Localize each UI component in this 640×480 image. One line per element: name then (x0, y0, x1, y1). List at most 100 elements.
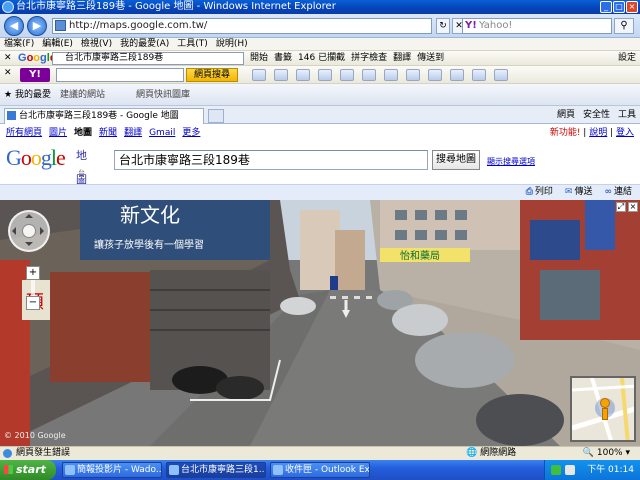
address-row: ◀ ▶ http://maps.google.com.tw/ ↻ ✕ Y! Ya… (0, 14, 640, 38)
zoom-out-button[interactable]: − (26, 296, 40, 310)
nav-gmail[interactable]: Gmail (149, 127, 175, 139)
search-options-link[interactable]: 顯示搜尋選項 (487, 156, 535, 167)
toolbar-popup-blocked[interactable]: 146 已攔截 (298, 51, 345, 65)
new-tab-button[interactable] (208, 109, 224, 123)
web-slice-gallery-link[interactable]: 網頁快訊圖庫 (136, 84, 190, 106)
close-button[interactable]: × (626, 1, 638, 13)
yahoo-close-icon[interactable]: ✕ (4, 68, 12, 78)
toolbar-spellcheck[interactable]: 拼字檢查 (351, 51, 387, 65)
nav-more[interactable]: 更多 (182, 127, 200, 139)
task-outlook[interactable]: 收件匣 - Outlook Exp... (270, 462, 370, 478)
nav-images[interactable]: 圖片 (49, 127, 67, 139)
pan-right-icon[interactable] (40, 227, 48, 235)
pan-up-icon[interactable] (25, 210, 33, 218)
yahoo-tool-icon-9[interactable] (428, 69, 442, 81)
yahoo-tool-icon-2[interactable] (274, 69, 288, 81)
suggested-sites-link[interactable]: 建議的網站 (60, 84, 105, 106)
yahoo-tool-icon-11[interactable] (472, 69, 486, 81)
send-icon: ✉ (564, 187, 573, 197)
login-link[interactable]: 登入 (616, 128, 634, 138)
clock[interactable]: 下午 01:14 (587, 460, 634, 480)
toolbar-send-to[interactable]: 傳送到 (417, 51, 444, 65)
yahoo-search-input[interactable] (56, 68, 184, 82)
print-action[interactable]: ⎙ 列印 (526, 185, 553, 200)
send-action[interactable]: ✉ 傳送 (565, 185, 593, 200)
street-view-scene: 新文化 讓孩子放學後有一個學習 碩 怡和藥 (0, 200, 640, 446)
mini-map[interactable] (570, 376, 636, 442)
toolbar-translate[interactable]: 翻譯 (393, 51, 411, 65)
menu-file[interactable]: 檔案(F) (4, 38, 34, 50)
yahoo-tool-icon-12[interactable] (494, 69, 508, 81)
yahoo-tool-icon-6[interactable] (362, 69, 376, 81)
tray-network-icon[interactable] (551, 465, 561, 475)
zoom-level[interactable]: 🔍 100% ▾ (583, 447, 630, 460)
close-streetview-icon[interactable]: × (628, 202, 638, 212)
yahoo-tool-icon-1[interactable] (252, 69, 266, 81)
favorites-label: 我的最愛 (14, 90, 51, 100)
nav-all[interactable]: 所有網頁 (6, 127, 42, 139)
refresh-icon[interactable]: ↻ (436, 18, 450, 34)
google-toolbar-search[interactable]: 台北市康寧路三段189巷 (52, 52, 244, 65)
error-icon[interactable] (3, 449, 12, 458)
pegman-icon[interactable] (600, 398, 610, 420)
nav-news[interactable]: 新聞 (99, 127, 117, 139)
cmd-tools[interactable]: 工具 (618, 108, 636, 122)
yahoo-mail-icon[interactable] (340, 69, 354, 81)
google-maps-logo[interactable]: Google 地圖 台灣 (6, 146, 87, 202)
yahoo-search-icon: Y! (465, 20, 477, 31)
status-message[interactable]: 網頁發生錯誤 (16, 447, 70, 460)
tray-volume-icon[interactable] (565, 465, 575, 475)
new-feature-link[interactable]: 新功能! (550, 128, 581, 138)
ie-app-icon (169, 465, 179, 475)
forward-button[interactable]: ▶ (27, 16, 47, 36)
yahoo-tool-icon-3[interactable] (296, 69, 310, 81)
task-ie-maps[interactable]: 台北市康寧路三段1... (166, 462, 266, 478)
pan-left-icon[interactable] (8, 227, 16, 235)
window-title: 台北市康寧路三段189巷 - Google 地圖 - Windows Inter… (16, 1, 336, 12)
maps-search-input[interactable]: 台北市康寧路三段189巷 (114, 150, 428, 170)
back-button[interactable]: ◀ (4, 16, 24, 36)
help-link[interactable]: 說明 (589, 128, 607, 138)
search-go-icon[interactable]: ⚲ (614, 18, 634, 34)
minimize-button[interactable]: _ (600, 1, 612, 13)
favorites-button[interactable]: ★ 我的最愛 (4, 84, 51, 106)
address-field[interactable]: http://maps.google.com.tw/ (52, 18, 432, 34)
taskbar: start 簡報投影片 - Wado... 台北市康寧路三段1... 收件匣 -… (0, 460, 640, 480)
menu-view[interactable]: 檢視(V) (81, 38, 112, 50)
yahoo-tool-icon-7[interactable] (384, 69, 398, 81)
pharmacy-sign-text: 怡和藥局 (400, 249, 440, 262)
nav-translate[interactable]: 翻譯 (124, 127, 142, 139)
menu-favorites[interactable]: 我的最愛(A) (120, 38, 169, 50)
menu-edit[interactable]: 編輯(E) (42, 38, 73, 50)
toolbar-settings[interactable]: 設定 (618, 51, 636, 65)
yahoo-search-button[interactable]: 網頁搜尋 (186, 68, 238, 82)
yahoo-tool-icon-4[interactable] (318, 69, 332, 81)
toolbar-go[interactable]: 開始 (250, 51, 268, 65)
ie-search-field[interactable]: Y! Yahoo! (462, 18, 612, 34)
pan-control[interactable] (8, 210, 50, 252)
zoom-in-button[interactable]: + (26, 266, 40, 280)
yahoo-toolbar: ✕ Y! 網頁搜尋 (0, 66, 640, 84)
zoom-slider[interactable] (31, 280, 35, 296)
link-action[interactable]: ∞ 連結 (604, 185, 632, 200)
menu-help[interactable]: 說明(H) (216, 38, 248, 50)
street-view-panorama[interactable]: 新文化 讓孩子放學後有一個學習 碩 怡和藥 (0, 200, 640, 446)
maps-search-button[interactable]: 搜尋地圖 (432, 150, 480, 170)
menu-tools[interactable]: 工具(T) (177, 38, 208, 50)
toolbar-close-icon[interactable]: ✕ (4, 51, 12, 65)
menubar: 檔案(F) 編輯(E) 檢視(V) 我的最愛(A) 工具(T) 說明(H) (0, 38, 640, 50)
expand-icon[interactable]: ⤢ (616, 202, 626, 212)
pan-down-icon[interactable] (25, 242, 33, 250)
toolbar-bookmarks[interactable]: 書籤 (274, 51, 292, 65)
maximize-button[interactable]: □ (613, 1, 625, 13)
yahoo-logo[interactable]: Y! (20, 68, 50, 82)
start-button[interactable]: start (0, 460, 56, 480)
yahoo-tool-icon-8[interactable] (406, 69, 420, 81)
tab-google-maps[interactable]: 台北市康寧路三段189巷 - Google 地圖 (4, 108, 204, 124)
yahoo-tool-icon-10[interactable] (450, 69, 464, 81)
task-slideshow[interactable]: 簡報投影片 - Wado... (62, 462, 162, 478)
cmd-page[interactable]: 網頁 (557, 108, 575, 122)
ie-search-placeholder: Yahoo! (479, 20, 513, 31)
cmd-safety[interactable]: 安全性 (583, 108, 610, 122)
maps-page: 所有網頁 圖片 地圖 新聞 翻譯 Gmail 更多 新功能! | 說明 | 登入… (0, 124, 640, 446)
